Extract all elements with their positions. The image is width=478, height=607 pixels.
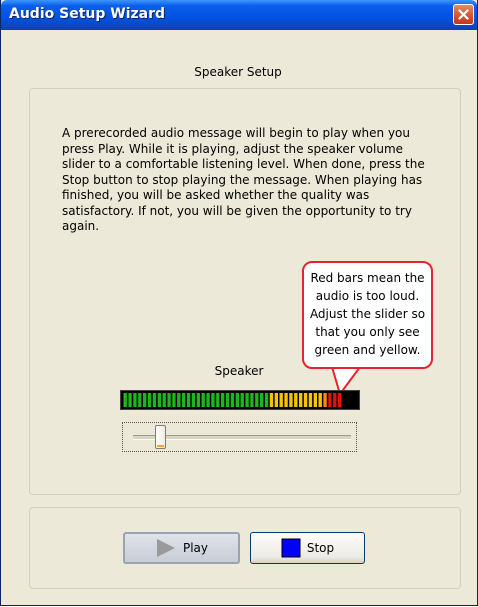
meter-bar	[186, 393, 191, 407]
meter-bar	[240, 393, 244, 407]
meter-bar	[172, 393, 176, 407]
meter-bar	[308, 393, 313, 407]
meter-bar	[128, 393, 132, 407]
meter-bar	[333, 393, 337, 407]
playback-controls-panel	[29, 507, 461, 589]
meter-bar	[157, 393, 162, 407]
close-icon	[458, 9, 469, 20]
meter-bar	[250, 393, 254, 407]
speaker-volume-slider[interactable]	[122, 422, 357, 452]
play-icon	[155, 538, 177, 558]
speaker-label: Speaker	[214, 364, 264, 378]
meter-bar	[196, 393, 201, 407]
meter-bar	[284, 393, 288, 407]
instructions-text: A prerecorded audio message will begin t…	[62, 126, 425, 233]
speaker-level-meter	[120, 390, 360, 410]
meter-bar	[352, 393, 357, 407]
meter-bar	[347, 393, 352, 407]
meter-bar	[225, 393, 230, 407]
meter-bar	[318, 393, 322, 407]
tooltip-text: Red bars mean the audio is too loud. Adj…	[309, 271, 426, 357]
meter-bar	[216, 393, 220, 407]
meter-bar	[338, 393, 342, 407]
meter-bar	[269, 393, 274, 407]
meter-bar	[342, 393, 347, 407]
slider-thumb[interactable]	[154, 425, 166, 449]
close-button[interactable]	[453, 4, 474, 25]
play-button-label: Play	[182, 541, 209, 555]
meter-bar	[313, 393, 318, 407]
loudness-tooltip: Red bars mean the audio is too loud. Adj…	[302, 261, 433, 369]
meter-bar	[211, 393, 215, 407]
meter-bar	[138, 393, 142, 407]
meter-bar	[177, 393, 181, 407]
meter-bar	[152, 393, 157, 407]
stop-icon	[281, 538, 301, 558]
meter-bar	[274, 393, 279, 407]
meter-bar	[123, 393, 127, 407]
meter-bar	[245, 393, 249, 407]
meter-bar	[299, 393, 303, 407]
title-bar[interactable]: Audio Setup Wizard	[1, 0, 477, 30]
meter-bar	[230, 393, 235, 407]
meter-bar	[162, 393, 166, 407]
meter-bar	[289, 393, 293, 407]
meter-bar	[260, 393, 264, 407]
meter-bar	[235, 393, 240, 407]
meter-bar	[303, 393, 308, 407]
stop-button-label: Stop	[306, 541, 335, 555]
meter-bar	[328, 393, 332, 407]
meter-bar	[264, 393, 269, 407]
meter-bar	[191, 393, 196, 407]
meter-bars	[123, 393, 357, 407]
meter-bar	[143, 393, 147, 407]
meter-bar	[279, 393, 283, 407]
meter-bar	[167, 393, 171, 407]
meter-bar	[255, 393, 259, 407]
meter-bar	[221, 393, 225, 407]
meter-bar	[133, 393, 137, 407]
page-heading: Speaker Setup	[194, 65, 282, 79]
play-button[interactable]: Play	[123, 532, 240, 564]
meter-bar	[147, 393, 152, 407]
stop-button[interactable]: Stop	[250, 532, 365, 564]
window-title: Audio Setup Wizard	[9, 6, 166, 22]
meter-bar	[206, 393, 210, 407]
meter-bar	[294, 393, 298, 407]
meter-bar	[323, 393, 327, 407]
meter-bar	[182, 393, 186, 407]
meter-bar	[201, 393, 205, 407]
